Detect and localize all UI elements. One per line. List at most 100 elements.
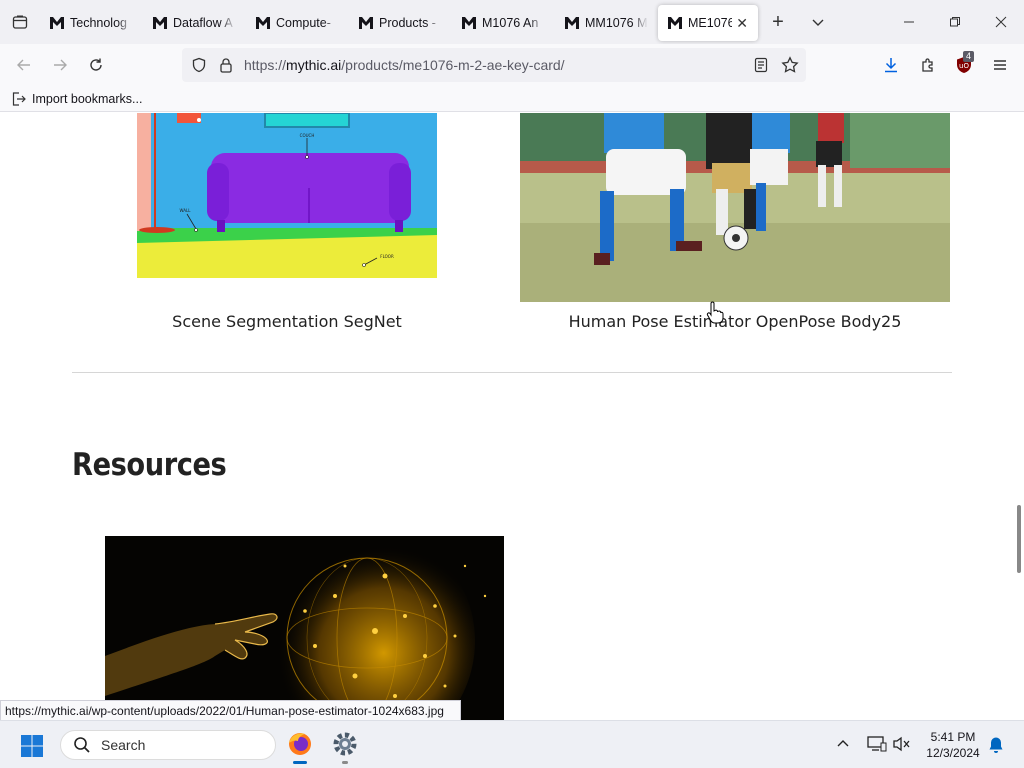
clock-date: 12/3/2024 [926,746,980,760]
app-menu-button[interactable] [982,47,1018,83]
hamburger-menu-icon [994,60,1006,70]
reload-button[interactable] [78,47,114,83]
mythic-logo-icon [153,17,167,29]
chevron-down-icon [812,19,824,26]
restore-icon [950,17,960,27]
clock-time: 5:41 PM [930,730,976,744]
segnet-label-floor: FLOOR [380,254,394,259]
tab-me1076[interactable]: ME1076 ✕ [658,5,758,41]
svg-text:uO: uO [959,62,969,70]
tab-m1076[interactable]: M1076 An [452,5,555,41]
segnet-image[interactable]: COUCH WALL FLOOR [137,113,437,278]
close-window-button[interactable] [978,0,1024,44]
new-tab-button[interactable]: + [758,0,798,44]
mythic-logo-icon [462,17,476,29]
download-icon [885,58,897,73]
volume-status[interactable] [893,736,911,757]
show-hidden-icons-button[interactable] [836,737,850,756]
tab-label: MM1076 M [585,16,648,30]
reload-icon [90,58,102,71]
import-icon [12,91,26,106]
navigation-toolbar: https://mythic.ai/products/me1076-m-2-ae… [0,44,1024,86]
tab-bar: Technolog Dataflow A Compute- Products -… [0,0,1024,44]
start-button[interactable] [20,734,44,758]
segnet-caption[interactable]: Scene Segmentation SegNet [137,312,437,331]
firefox-view-button[interactable] [0,0,40,44]
restore-button[interactable] [932,0,978,44]
notifications-button[interactable] [988,736,1004,759]
settings-gear-icon [333,732,357,756]
bookmarks-toolbar: Import bookmarks... [0,86,1024,112]
windows-logo-icon [21,735,43,757]
resource-image[interactable] [105,536,504,720]
close-icon [995,16,1007,28]
human-pose-image[interactable] [520,113,950,302]
reader-view-icon[interactable] [754,57,768,73]
tab-technology[interactable]: Technolog [40,5,143,41]
firefox-icon [289,733,311,755]
url-scheme: https:// [244,57,287,73]
forward-button[interactable] [42,47,78,83]
chevron-up-icon [837,740,849,747]
mythic-logo-icon [359,17,373,29]
active-app-indicator [293,761,307,764]
open-app-indicator [342,761,348,764]
speaker-muted-icon [893,736,910,752]
taskbar-settings[interactable] [332,731,360,764]
tab-label: Compute- [276,16,331,30]
minimize-button[interactable] [886,0,932,44]
url-path: /products/me1076-m-2-ae-key-card/ [341,57,565,73]
downloads-button[interactable] [873,47,909,83]
url-bar[interactable]: https://mythic.ai/products/me1076-m-2-ae… [182,48,806,82]
tab-products[interactable]: Products - [349,5,452,41]
segnet-label-couch: COUCH [300,133,315,138]
page-content: COUCH WALL FLOOR Scene Segmentation SegN… [0,113,1024,720]
windows-taskbar: Search 5:41 PM 12/3/2024 [0,720,1024,768]
plus-icon: + [772,10,784,33]
arrow-right-icon [54,59,67,71]
tab-mm1076[interactable]: MM1076 M [555,5,658,41]
import-bookmarks-button[interactable]: Import bookmarks... [12,92,142,106]
extensions-button[interactable] [910,47,946,83]
close-tab-icon[interactable]: ✕ [736,15,748,32]
tab-label: Dataflow A [173,16,233,30]
monitor-network-icon [867,736,887,752]
puzzle-icon [922,58,933,72]
url-text: https://mythic.ai/products/me1076-m-2-ae… [244,57,565,73]
network-status[interactable] [867,735,887,758]
taskbar-search[interactable]: Search [60,730,276,760]
lock-icon[interactable] [219,57,233,73]
system-clock[interactable]: 5:41 PM 12/3/2024 [918,729,988,761]
search-placeholder: Search [101,737,146,753]
mythic-logo-icon [565,17,579,29]
tracking-shield-icon[interactable] [191,57,207,73]
import-bookmarks-label: Import bookmarks... [32,91,143,106]
segnet-label-wall: WALL [180,208,192,213]
page-scrollbar-thumb[interactable] [1017,505,1021,573]
extension-badge: 4 [963,51,975,62]
minimize-icon [904,21,914,23]
mythic-logo-icon [50,17,64,29]
tab-label: ME1076 [688,16,733,30]
tab-dataflow[interactable]: Dataflow A [143,5,246,41]
resources-heading: Resources [72,447,227,483]
tab-label: M1076 An [482,16,539,30]
search-icon [74,737,90,753]
arrow-left-icon [17,59,30,71]
tab-compute[interactable]: Compute- [246,5,349,41]
section-divider [72,372,952,373]
bookmark-star-icon[interactable] [781,56,799,74]
taskbar-firefox[interactable] [287,731,315,764]
tab-label: Technolog [70,16,127,30]
mythic-logo-icon [668,17,682,29]
back-button[interactable] [6,47,42,83]
url-domain: mythic.ai [286,57,342,73]
list-all-tabs-button[interactable] [798,0,838,44]
hand-cursor-icon [706,301,724,324]
link-status-bar: https://mythic.ai/wp-content/uploads/202… [0,700,461,721]
mythic-logo-icon [256,17,270,29]
ublock-origin-button[interactable]: uO 4 [946,47,982,83]
bell-icon [989,737,1003,753]
human-pose-caption[interactable]: Human Pose Estimator OpenPose Body25 [520,312,950,331]
tab-label: Products - [379,16,436,30]
